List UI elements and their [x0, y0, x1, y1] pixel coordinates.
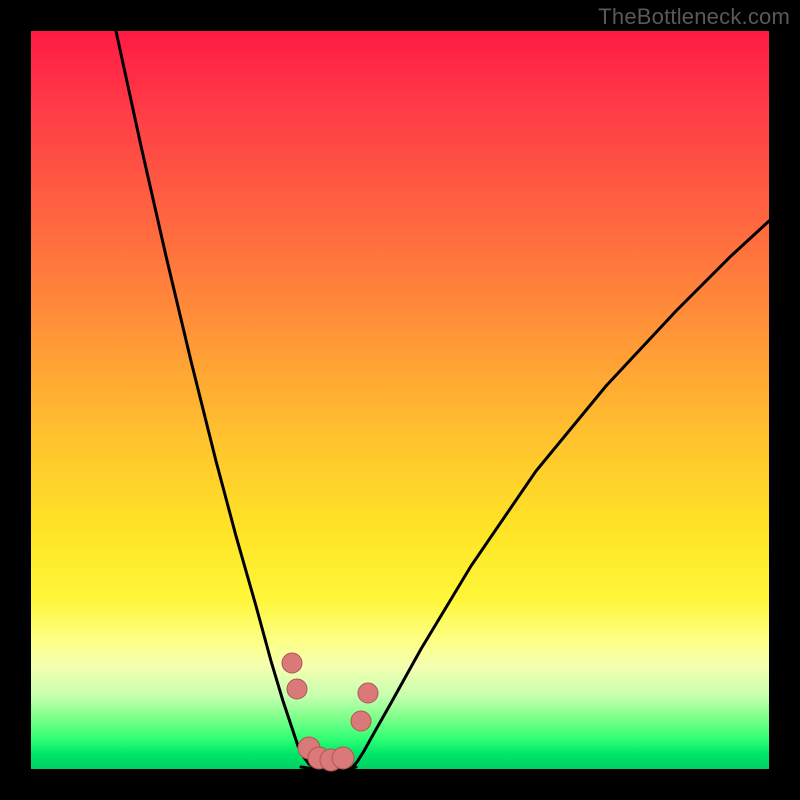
marker-point — [287, 679, 307, 699]
watermark-label: TheBottleneck.com — [598, 4, 790, 30]
marker-point — [351, 711, 371, 731]
curve-right-arm — [351, 221, 769, 769]
marker-point — [358, 683, 378, 703]
chart-plot-area — [31, 31, 769, 769]
curve-group — [116, 31, 769, 769]
chart-svg — [31, 31, 769, 769]
marker-point — [282, 653, 302, 673]
chart-frame: TheBottleneck.com — [0, 0, 800, 800]
marker-point — [332, 747, 354, 769]
